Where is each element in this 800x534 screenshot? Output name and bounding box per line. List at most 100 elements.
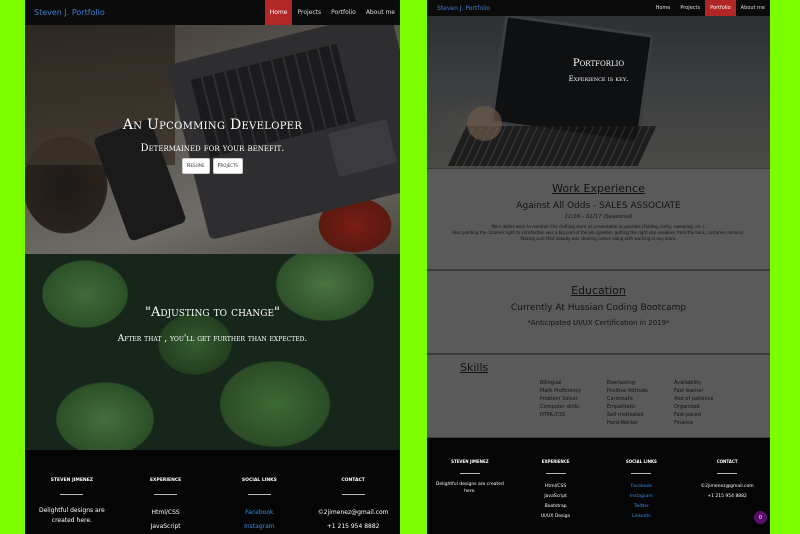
footer-heading: EXPERIENCE [541,459,570,464]
footer-col-about: STEVEN JIMENEZ Delightful designs are cr… [427,438,513,534]
footer-col-social: SOCIAL LINKS Facebook Instagram Twitter … [599,438,685,534]
portfolio-subtitle: Experience is key. [568,75,629,83]
brand-link[interactable]: Steven J. Portfolio [437,5,490,12]
home-page-screenshot: Steven J. Portfolio Home Projects Portfo… [25,0,400,534]
facebook-link[interactable]: Facebook [599,482,685,492]
skill-item: Computer skills [540,404,579,410]
footer-divider [60,494,84,495]
projects-button[interactable]: Projects [212,158,243,174]
skill-item: Organized [674,404,700,410]
nav-links: Home Projects Portfolio About me [651,0,770,16]
footer-heading: STEVEN JIMENEZ [50,478,94,483]
skill-item: Hard-Worker [607,420,639,426]
hero-title: An Upcomming Developer [122,117,303,133]
nav-portfolio[interactable]: Portfolio [326,0,361,25]
skill-item: Bilingual [540,380,562,386]
footer-col-contact: CONTACT ©2jimenez@gmail.com +1 215 954 8… [306,450,400,534]
skill-item: Self motivated [607,412,644,418]
nav-portfolio[interactable]: Portfolio [705,0,736,16]
footer-col-experience: EXPERIENCE Html/CSS JavaScript [119,450,213,534]
skill-item: Positive Attitude [607,388,648,394]
footer-description: Delightful designs are created here. [435,482,504,494]
nav-home[interactable]: Home [651,0,676,16]
footer-heading: EXPERIENCE [149,478,182,483]
skill-item: Fast learner [674,388,704,394]
footer-item: Bootstrap [544,504,567,509]
footer-col-about: STEVEN JIMENEZ Delightful designs are cr… [25,450,119,534]
contact-email: ©2jimenez@gmail.com [317,509,389,516]
work-experience-section: Work Experience Against All Odds - SALES… [427,168,770,270]
skill-item: Finance [674,420,694,426]
skill-item: Math Proficiency [540,388,582,394]
portfolio-title: Portforlio [572,58,625,69]
nav-projects[interactable]: Projects [292,0,326,25]
footer-divider [459,473,480,474]
work-description: Main duties were to maintain the clothin… [427,224,770,242]
skill-item: HTML/CSS [540,412,566,418]
footer: STEVEN JIMENEZ Delightful designs are cr… [427,438,770,534]
skills-section: Skills Bilingual Math Proficiency Proble… [427,354,770,438]
contact-phone: +1 215 954 8882 [707,494,747,499]
education-heading: Education [571,284,626,297]
footer-divider [545,473,566,474]
skills-grid: Bilingual Math Proficiency Problem Solve… [540,379,741,427]
footer-heading: CONTACT [716,459,738,464]
footer-item: JavaScript [544,494,567,499]
footer-description: Delightful designs are created here. [39,507,105,524]
hero-background-hand [467,106,502,141]
navbar: Steven J. Portfolio Home Projects Portfo… [25,0,400,25]
instagram-link[interactable]: Instagram [213,520,307,534]
skill-item: Availability [674,380,702,386]
quote-text: "Adjusting to change" After that , you'l… [25,305,400,344]
work-dates: 11/16 - 01/17 (Seasonal) [564,214,633,220]
footer-divider [247,494,271,495]
skills-column: Bilingual Math Proficiency Problem Solve… [540,379,607,427]
nav-projects[interactable]: Projects [675,0,705,16]
footer-item: UI/UX Design [540,514,571,519]
hero-buttons: Resume Projects [25,158,400,174]
skill-item: Empathetic [607,404,636,410]
skill-item: Problem Solver [540,396,578,402]
footer-heading: STEVEN JIMENEZ [451,459,489,464]
work-description-line: Making sure that nobody was stealing com… [520,236,677,241]
facebook-link[interactable]: Facebook [213,506,307,520]
brand-link[interactable]: Steven J. Portfolio [34,8,105,17]
quote-title: "Adjusting to change" [144,305,281,320]
nav-about[interactable]: About me [736,0,770,16]
linkedin-link[interactable]: LinkedIn [599,512,685,522]
footer-heading: SOCIAL LINKS [241,478,277,483]
portfolio-page-screenshot: Steven J. Portfolio Home Projects Portfo… [427,0,770,534]
footer-item: Html/CSS [151,509,180,516]
footer-divider [631,473,652,474]
skills-heading: Skills [460,361,489,374]
hero-text: An Upcomming Developer Determained for y… [25,117,400,174]
education-school: Currently At Hussian Coding Bootcamp [510,303,687,313]
hero-section: An Upcomming Developer Determained for y… [25,9,400,254]
footer-item: Html/CSS [545,484,567,489]
skill-item: Alot of patience [674,396,714,402]
nav-about[interactable]: About me [361,0,400,25]
footer-divider [717,473,738,474]
skill-item: Carismatic [607,396,634,402]
nav-links: Home Projects Portfolio About me [264,0,400,25]
work-company: Against All Odds - SALES ASSOCIATE [516,201,681,211]
resume-button[interactable]: Resume [182,158,210,174]
floating-action-button[interactable]: 0 [754,511,767,524]
footer-item: JavaScript [150,523,181,530]
skill-item: Fast-paced [674,412,702,418]
education-note: *Anticipated UI/UX Certification in 2019… [527,319,670,327]
footer-divider [341,494,365,495]
twitter-link[interactable]: Twitter [599,502,685,512]
hero-subtitle: Determained for your benefit. [140,143,285,154]
portfolio-hero-text: Portforlio Experience is key. [427,58,770,83]
nav-home[interactable]: Home [264,0,293,25]
contact-phone: +1 215 954 8882 [326,523,380,530]
footer-divider [154,494,178,495]
contact-email: ©2jimenez@gmail.com [700,484,754,489]
instagram-link[interactable]: Instagram [599,492,685,502]
navbar: Steven J. Portfolio Home Projects Portfo… [427,0,770,16]
quote-section: "Adjusting to change" After that , you'l… [25,254,400,450]
footer: STEVEN JIMENEZ Delightful designs are cr… [25,450,400,534]
footer-col-experience: EXPERIENCE Html/CSS JavaScript Bootstrap… [513,438,599,534]
footer-col-social: SOCIAL LINKS Facebook Instagram [213,450,307,534]
